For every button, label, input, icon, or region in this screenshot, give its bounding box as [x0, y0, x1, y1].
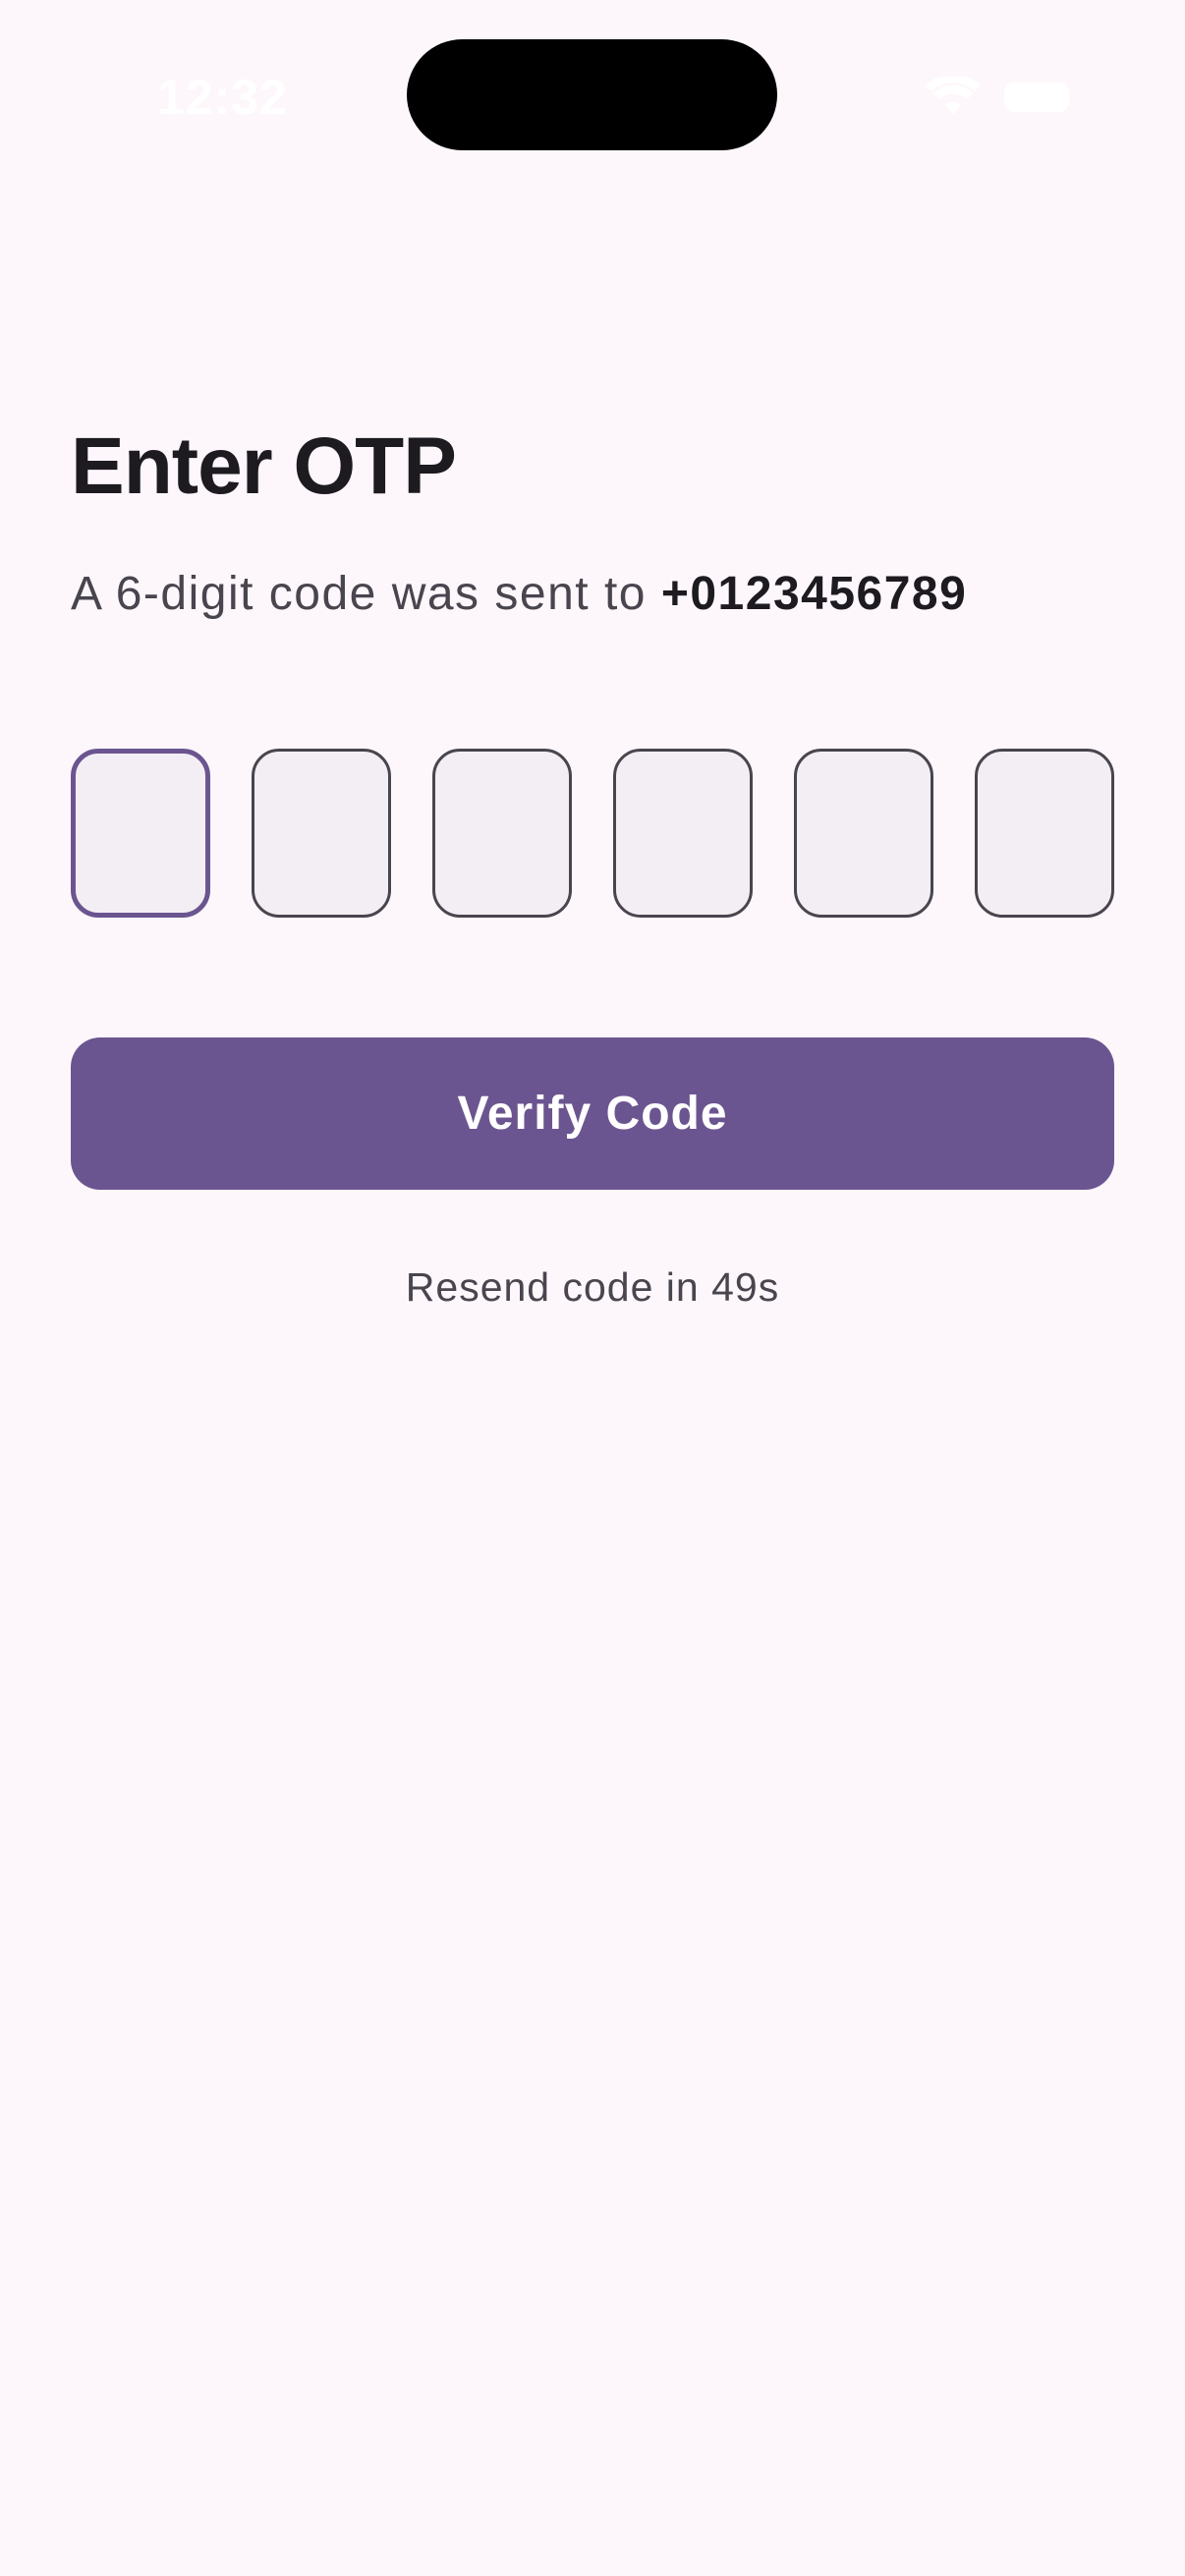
otp-digit-1[interactable]: [71, 749, 210, 918]
otp-digit-3[interactable]: [432, 749, 572, 918]
page-title: Enter OTP: [71, 421, 457, 511]
wifi-icon: [926, 77, 981, 114]
otp-digit-2[interactable]: [252, 749, 391, 918]
phone-number: +0123456789: [660, 568, 968, 620]
subtitle-prefix: A 6-digit code was sent to: [71, 568, 661, 620]
resend-countdown: Resend code in 49s: [405, 1264, 780, 1310]
status-bar: 12:32: [0, 0, 1185, 187]
subtitle: A 6-digit code was sent to +0123456789: [71, 567, 967, 621]
battery-icon: [1004, 83, 1069, 112]
otp-digit-6[interactable]: [975, 749, 1114, 918]
verify-code-button[interactable]: Verify Code: [71, 1037, 1114, 1190]
otp-input-row: [71, 749, 1114, 918]
otp-digit-5[interactable]: [794, 749, 933, 918]
dynamic-island: [407, 39, 777, 150]
status-time: 12:32: [157, 70, 288, 125]
otp-digit-4[interactable]: [613, 749, 753, 918]
